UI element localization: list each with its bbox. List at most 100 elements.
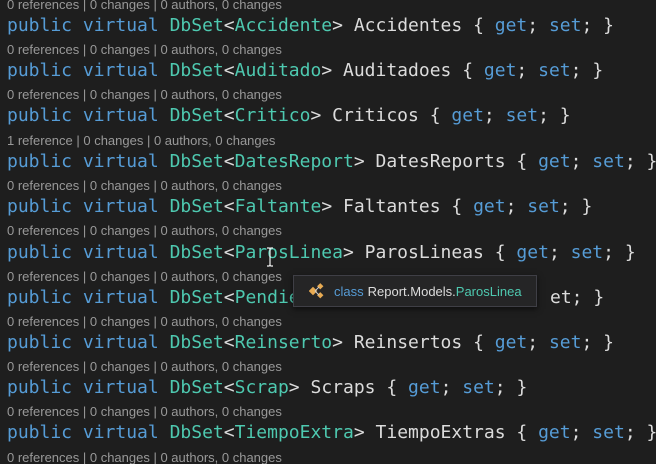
code-line-pendientes[interactable]: public virtual DbSet<Pendie [7, 286, 300, 310]
codelens-line[interactable]: 1 reference | 0 changes | 0 authors, 0 c… [7, 133, 275, 149]
code-line-paroslineas[interactable]: public virtual DbSet<ParosLinea> ParosLi… [7, 241, 636, 265]
code-line-scraps[interactable]: public virtual DbSet<Scrap> Scraps { get… [7, 376, 527, 400]
keyword: set [527, 196, 560, 217]
code-line-datesreports[interactable]: public virtual DbSet<DatesReport> DatesR… [7, 150, 656, 174]
keyword: virtual [82, 422, 159, 443]
codelens-line[interactable]: 0 references | 0 changes | 0 authors, 0 … [7, 223, 282, 239]
punctuation: { [429, 105, 441, 126]
keyword: set [592, 422, 625, 443]
punctuation: ; [603, 242, 614, 263]
type-name: DbSet [169, 60, 224, 81]
type-name: DbSet [169, 151, 224, 172]
keyword: get [538, 151, 571, 172]
punctuation: ; [527, 332, 539, 353]
type-name: Scrap [234, 377, 289, 398]
code-line-faltantes[interactable]: public virtual DbSet<Faltante> Faltantes… [7, 195, 592, 219]
keyword: public [7, 15, 73, 36]
punctuation: ; [570, 60, 582, 81]
type-name: DbSet [169, 196, 224, 217]
type-name: Pendie [234, 287, 300, 308]
codelens-line[interactable]: 0 references | 0 changes | 0 authors, 0 … [7, 178, 282, 194]
keyword: public [7, 105, 73, 126]
identifier: Reinsertos [353, 332, 463, 353]
codelens-line[interactable]: 0 references | 0 changes | 0 authors, 0 … [7, 450, 282, 464]
codelens-line[interactable]: 0 references | 0 changes | 0 authors, 0 … [7, 359, 282, 375]
punctuation: > [288, 377, 300, 398]
type-name: Reinserto [234, 332, 333, 353]
punctuation: > [342, 242, 354, 263]
punctuation: > [321, 60, 333, 81]
identifier: DatesReports [375, 151, 506, 172]
punctuation: > [321, 196, 333, 217]
punctuation: { [494, 242, 506, 263]
code-line-pendientes-tail: et; } [550, 286, 604, 310]
punctuation: } [559, 105, 571, 126]
identifier: Faltantes [343, 196, 441, 217]
keyword: get [494, 15, 528, 36]
keyword: virtual [82, 105, 159, 126]
type-name: Auditado [234, 60, 322, 81]
punctuation: ; [516, 60, 528, 81]
punctuation: ; [548, 242, 560, 263]
type-name: Accidente [234, 15, 333, 36]
punctuation: ; [581, 15, 593, 36]
punctuation: ; [494, 377, 506, 398]
keyword: get [473, 196, 506, 217]
punctuation: { [516, 422, 528, 443]
punctuation: < [223, 196, 235, 217]
type-name: DbSet [169, 377, 224, 398]
punctuation: ; [581, 332, 593, 353]
identifier: et; } [550, 287, 605, 308]
keyword: virtual [82, 287, 159, 308]
punctuation: > [353, 422, 365, 443]
codelens-line[interactable]: 0 references | 0 changes | 0 authors, 0 … [7, 42, 282, 58]
type-name: DbSet [169, 15, 224, 36]
identifier: Auditadoes [343, 60, 452, 81]
keyword: virtual [82, 60, 159, 81]
code-line-accidentes[interactable]: public virtual DbSet<Accidente> Accident… [7, 14, 614, 38]
code-line-auditadoes[interactable]: public virtual DbSet<Auditado> Auditadoe… [7, 59, 603, 83]
keyword: virtual [82, 332, 159, 353]
codelens-line[interactable]: 0 references | 0 changes | 0 authors, 0 … [7, 314, 282, 330]
punctuation: ; [440, 377, 452, 398]
codelens-line[interactable]: 0 references | 0 changes | 0 authors, 0 … [7, 404, 282, 420]
code-editor[interactable]: 0 references | 0 changes | 0 authors, 0 … [0, 0, 656, 464]
codelens-line[interactable]: 0 references | 0 changes | 0 authors, 0 … [7, 0, 282, 13]
code-line-tiempoextras[interactable]: public virtual DbSet<TiempoExtra> Tiempo… [7, 421, 656, 445]
punctuation: < [223, 15, 235, 36]
punctuation: { [386, 377, 398, 398]
keyword: public [7, 196, 73, 217]
type-name: Faltante [234, 196, 322, 217]
punctuation: < [223, 332, 235, 353]
punctuation: { [473, 15, 484, 36]
keyword: virtual [82, 242, 159, 263]
keyword: set [592, 151, 625, 172]
punctuation: } [581, 196, 593, 217]
punctuation: } [603, 15, 614, 36]
punctuation: ; [559, 196, 571, 217]
punctuation: < [223, 105, 235, 126]
punctuation: > [353, 151, 365, 172]
code-line-reinsertos[interactable]: public virtual DbSet<Reinserto> Reinsert… [7, 331, 614, 355]
punctuation: } [647, 422, 656, 443]
type-name: DbSet [169, 287, 224, 308]
identifier: TiempoExtras [375, 422, 506, 443]
tooltip-namespace: Report.Models. [367, 283, 456, 299]
codelens-line[interactable]: 0 references | 0 changes | 0 authors, 0 … [7, 87, 282, 103]
type-name: DbSet [169, 242, 224, 263]
codelens-line[interactable]: 0 references | 0 changes | 0 authors, 0 … [7, 269, 282, 285]
identifier: Scraps [310, 377, 376, 398]
code-line-criticos[interactable]: public virtual DbSet<Critico> Criticos {… [7, 104, 571, 128]
tooltip-type-name: ParosLinea [455, 283, 522, 299]
punctuation: { [473, 332, 484, 353]
keyword: virtual [82, 151, 159, 172]
tooltip-keyword: class [334, 283, 364, 299]
type-name: ParosLinea [234, 242, 343, 263]
punctuation: { [451, 196, 463, 217]
punctuation: < [223, 287, 235, 308]
punctuation: } [603, 332, 614, 353]
type-name: Critico [234, 105, 311, 126]
type-name: DbSet [169, 332, 224, 353]
keyword: public [7, 242, 73, 263]
type-name: DbSet [169, 422, 224, 443]
